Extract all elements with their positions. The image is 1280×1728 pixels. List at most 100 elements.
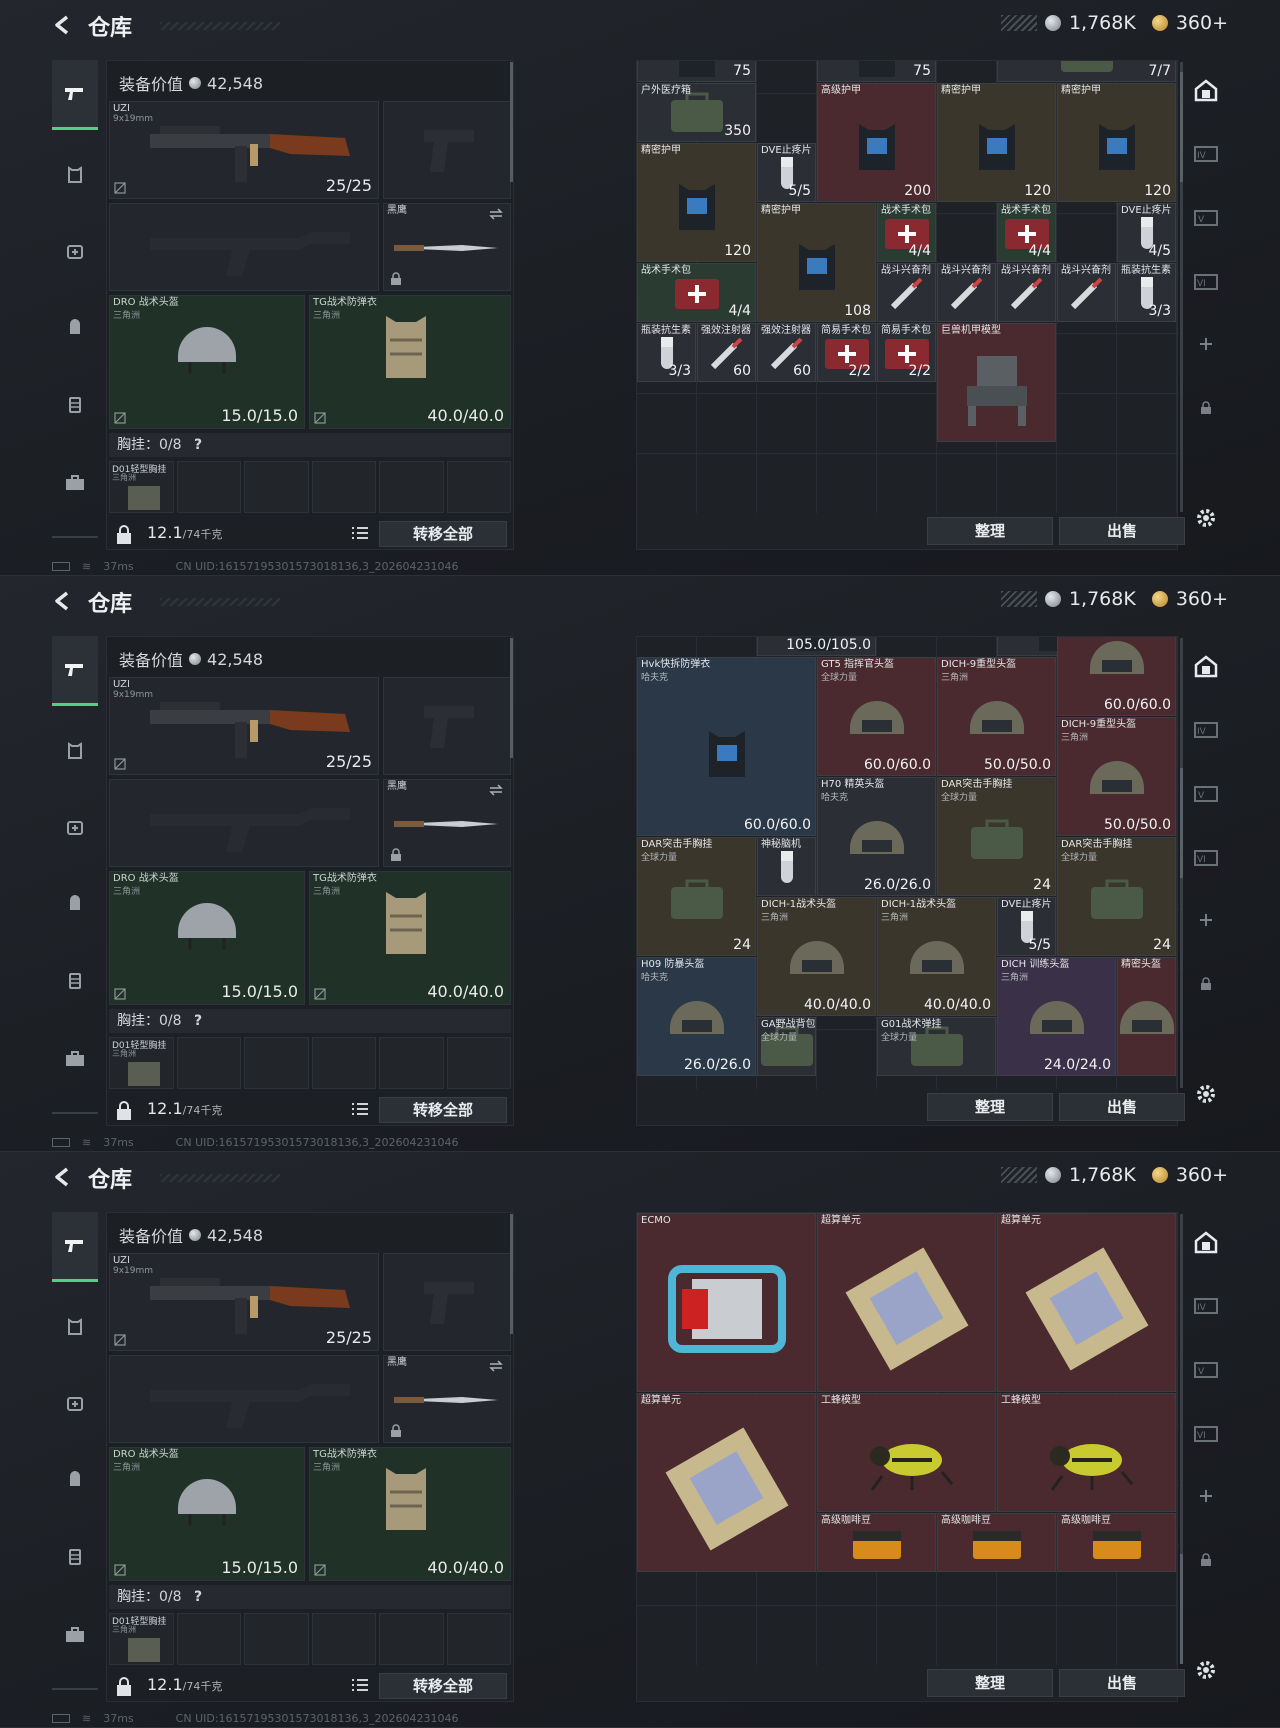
- stash-item[interactable]: 强效注射器 60: [697, 323, 756, 382]
- chest-cell-empty[interactable]: [446, 1037, 511, 1089]
- add-page-icon[interactable]: [1192, 330, 1220, 358]
- stash-scrollbar[interactable]: [1180, 638, 1183, 1088]
- stash-item[interactable]: 高级咖啡豆: [817, 1513, 936, 1572]
- stash-item[interactable]: G01战术弹挂 全球力量: [877, 1017, 996, 1076]
- stash-page-6[interactable]: VI: [1192, 268, 1220, 296]
- stash-item[interactable]: 精密护甲 120: [937, 83, 1056, 202]
- armor-slot[interactable]: TG战术防弹衣 三角洲 40.0/40.0: [309, 871, 511, 1005]
- melee-slot[interactable]: 黑鹰: [383, 779, 511, 867]
- stash-item[interactable]: 工蜂模型: [817, 1393, 996, 1512]
- help-icon[interactable]: ?: [194, 1013, 202, 1029]
- sidearm-slot-empty[interactable]: [383, 101, 511, 199]
- help-icon[interactable]: ?: [194, 1589, 202, 1605]
- sell-button[interactable]: 出售: [1059, 1669, 1185, 1697]
- tab-armor[interactable]: [52, 1292, 98, 1362]
- chest-rig-bar[interactable]: 胸挂：0/8 ?: [109, 1009, 511, 1033]
- tab-medical[interactable]: [52, 216, 98, 286]
- add-page-icon[interactable]: [1192, 1482, 1220, 1510]
- chest-rig-bar[interactable]: 胸挂：0/8 ?: [109, 1585, 511, 1609]
- stash-item[interactable]: 精密头盔: [1117, 957, 1176, 1076]
- chest-cell-empty[interactable]: [176, 461, 241, 513]
- stash-page-4[interactable]: IV: [1192, 140, 1220, 168]
- chest-cell-empty[interactable]: [446, 461, 511, 513]
- stash-page-home[interactable]: [1192, 76, 1220, 104]
- stash-item[interactable]: 战斗兴奋剂: [1057, 263, 1116, 322]
- chest-cell-empty[interactable]: [446, 1613, 511, 1665]
- tab-backpack[interactable]: [52, 868, 98, 938]
- stash-scrollbar[interactable]: [1180, 1214, 1183, 1664]
- tab-medical[interactable]: [52, 792, 98, 862]
- tab-supplies[interactable]: [52, 370, 98, 440]
- scrollbar-thumb[interactable]: [1180, 768, 1183, 878]
- tab-armor[interactable]: [52, 716, 98, 786]
- transfer-all-button[interactable]: 转移全部: [379, 1673, 507, 1699]
- stash-item[interactable]: 超算单元: [637, 1393, 816, 1572]
- stash-page-home[interactable]: [1192, 1228, 1220, 1256]
- armor-slot[interactable]: TG战术防弹衣 三角洲 40.0/40.0: [309, 1447, 511, 1581]
- stash-item[interactable]: GA野战背包 全球力量: [757, 1017, 816, 1076]
- tab-cases[interactable]: [52, 448, 98, 518]
- stash-item[interactable]: 战斗兴奋剂: [937, 263, 996, 322]
- settings-gear-icon[interactable]: [1192, 1656, 1220, 1684]
- tab-weapons[interactable]: [52, 60, 98, 130]
- chest-cell-empty[interactable]: [311, 461, 376, 513]
- stash-item[interactable]: 战术手术包 4/4: [637, 263, 756, 322]
- chest-cell-empty[interactable]: [379, 461, 444, 513]
- stash-item[interactable]: 高级咖啡豆: [937, 1513, 1056, 1572]
- sidearm-slot-empty[interactable]: [383, 1253, 511, 1351]
- secondary-weapon-slot-empty[interactable]: [109, 779, 379, 867]
- stash-item[interactable]: 瓶装抗生素 3/3: [637, 323, 696, 382]
- secondary-weapon-slot-empty[interactable]: [109, 1355, 379, 1443]
- settings-gear-icon[interactable]: [1192, 1080, 1220, 1108]
- tab-armor[interactable]: [52, 140, 98, 210]
- stash-item[interactable]: 超算单元: [817, 1213, 996, 1392]
- list-icon[interactable]: [351, 1101, 369, 1117]
- stash-item[interactable]: 巨兽机甲模型: [937, 323, 1056, 442]
- tab-medical[interactable]: [52, 1368, 98, 1438]
- sell-button[interactable]: 出售: [1059, 1093, 1185, 1121]
- melee-slot[interactable]: 黑鹰: [383, 1355, 511, 1443]
- stash-item[interactable]: ECMO: [637, 1213, 816, 1392]
- stash-page-5[interactable]: V: [1192, 780, 1220, 808]
- chest-cell-empty[interactable]: [379, 1613, 444, 1665]
- list-icon[interactable]: [351, 525, 369, 541]
- stash-page-6[interactable]: VI: [1192, 844, 1220, 872]
- tab-backpack[interactable]: [52, 1444, 98, 1514]
- sort-button[interactable]: 整理: [927, 1093, 1053, 1121]
- stash-item[interactable]: DICH 训练头盔 三角洲 24.0/24.0: [997, 957, 1116, 1076]
- stash-page-4[interactable]: IV: [1192, 1292, 1220, 1320]
- helmet-slot[interactable]: DRO 战术头盔 三角洲 15.0/15.0: [109, 1447, 305, 1581]
- chest-rig-item[interactable]: D01轻型胸挂 三角洲: [109, 461, 174, 513]
- stash-scrollbar[interactable]: [1180, 62, 1183, 512]
- stash-item[interactable]: 瓶装抗生素 3/3: [1117, 263, 1176, 322]
- transfer-all-button[interactable]: 转移全部: [379, 521, 507, 547]
- settings-gear-icon[interactable]: [1192, 504, 1220, 532]
- add-page-icon[interactable]: [1192, 906, 1220, 934]
- stash-page-4[interactable]: IV: [1192, 716, 1220, 744]
- primary-weapon-slot[interactable]: UZI 9x19mm 25/25: [109, 677, 379, 775]
- stash-item[interactable]: DVE止疼片 5/5: [757, 143, 816, 202]
- stash-item[interactable]: 105.0/105.0: [757, 637, 876, 656]
- chest-cell-empty[interactable]: [311, 1037, 376, 1089]
- chest-cell-empty[interactable]: [176, 1037, 241, 1089]
- stash-item[interactable]: H09 防暴头盔 哈夫克 26.0/26.0: [637, 957, 756, 1076]
- stash-item[interactable]: 高级咖啡豆: [1057, 1513, 1176, 1572]
- stash-page-6[interactable]: VI: [1192, 1420, 1220, 1448]
- stash-item[interactable]: DICH-9重型头盔 三角洲 50.0/50.0: [937, 657, 1056, 776]
- stash-item[interactable]: DICH-1战术头盔 三角洲 40.0/40.0: [877, 897, 996, 1016]
- sidearm-slot-empty[interactable]: [383, 677, 511, 775]
- stash-page-5[interactable]: V: [1192, 204, 1220, 232]
- loadout-scrollbar[interactable]: [510, 1214, 513, 1334]
- stash-item[interactable]: 工蜂模型: [997, 1393, 1176, 1512]
- list-icon[interactable]: [351, 1677, 369, 1693]
- loadout-scrollbar[interactable]: [510, 62, 513, 182]
- chest-rig-item[interactable]: D01轻型胸挂 三角洲: [109, 1613, 174, 1665]
- primary-weapon-slot[interactable]: UZI 9x19mm 25/25: [109, 1253, 379, 1351]
- chest-rig-bar[interactable]: 胸挂：0/8 ?: [109, 433, 511, 457]
- tab-supplies[interactable]: [52, 946, 98, 1016]
- stash-item[interactable]: DICH-9重型头盔 三角洲 50.0/50.0: [1057, 717, 1176, 836]
- tab-cases[interactable]: [52, 1600, 98, 1670]
- stash-item[interactable]: 简易手术包 2/2: [817, 323, 876, 382]
- scrollbar-thumb[interactable]: [1180, 72, 1183, 182]
- stash-item[interactable]: 60.0/60.0: [1057, 637, 1176, 716]
